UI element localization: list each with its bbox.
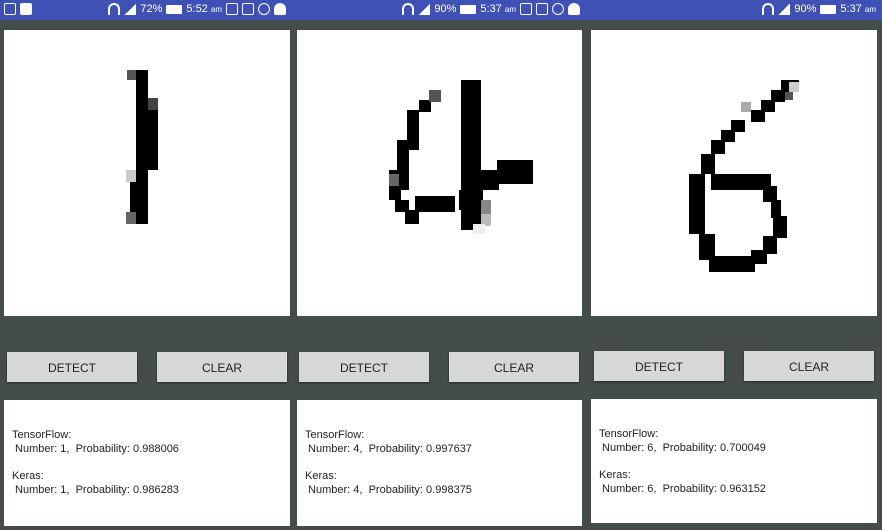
- gallery-icon: [226, 3, 238, 15]
- clear-button[interactable]: CLEAR: [744, 351, 874, 381]
- keras-result: Number: 6, Probability: 0.963152: [599, 483, 766, 495]
- tensorflow-label: TensorFlow:: [305, 429, 365, 441]
- phone-panel-2: 90% 5:37 am DETECT CLEAR TensorFlow: Num…: [292, 0, 586, 530]
- clock: 5:52: [186, 3, 208, 15]
- battery-percent: 72%: [140, 3, 163, 15]
- gallery-icon: [520, 3, 532, 15]
- keras-label: Keras:: [12, 470, 44, 482]
- code-icon: [242, 3, 254, 15]
- detect-button[interactable]: DETECT: [299, 352, 429, 382]
- signal-icon: [778, 3, 791, 15]
- result-box: TensorFlow: Number: 1, Probability: 0.98…: [4, 400, 290, 526]
- clock: 5:37: [840, 3, 862, 15]
- youtube-icon: [20, 3, 32, 15]
- clear-button[interactable]: CLEAR: [449, 352, 579, 382]
- keras-label: Keras:: [599, 469, 631, 481]
- status-bar: 72% 5:52 am: [0, 0, 292, 20]
- signal-icon: [418, 3, 431, 15]
- usb-icon: [258, 3, 270, 15]
- status-bar: 90% 5:37 am: [292, 0, 586, 20]
- drawing-canvas[interactable]: [591, 30, 877, 316]
- clock-ampm: am: [864, 5, 876, 14]
- tensorflow-label: TensorFlow:: [12, 429, 72, 441]
- battery-percent: 90%: [434, 3, 457, 15]
- phone-panel-1: 72% 5:52 am DETECT CLEAR TensorFlow: Num…: [0, 0, 292, 530]
- detect-button[interactable]: DETECT: [7, 352, 137, 382]
- keras-result: Number: 1, Probability: 0.986283: [12, 484, 179, 496]
- tensorflow-result: Number: 4, Probability: 0.997637: [305, 443, 472, 455]
- clear-button[interactable]: CLEAR: [157, 352, 287, 382]
- usb-icon: [552, 3, 564, 15]
- tensorflow-label: TensorFlow:: [599, 428, 659, 440]
- status-bar: 90% 5:37 am: [586, 0, 882, 20]
- code-icon: [536, 3, 548, 15]
- keras-result: Number: 4, Probability: 0.998375: [305, 484, 472, 496]
- result-box: TensorFlow: Number: 6, Probability: 0.70…: [591, 399, 877, 523]
- battery-icon: [460, 4, 477, 14]
- tensorflow-result: Number: 6, Probability: 0.700049: [599, 442, 766, 454]
- tensorflow-result: Number: 1, Probability: 0.988006: [12, 443, 179, 455]
- battery-percent: 90%: [794, 3, 817, 15]
- android-icon: [274, 3, 286, 15]
- app-notification-icon: [4, 3, 16, 15]
- wifi-icon: [762, 3, 775, 15]
- drawing-canvas[interactable]: [297, 30, 582, 316]
- clock-ampm: am: [210, 5, 222, 14]
- wifi-icon: [108, 3, 121, 15]
- keras-label: Keras:: [305, 470, 337, 482]
- battery-icon: [820, 4, 837, 14]
- android-icon: [568, 3, 580, 15]
- phone-panel-3: 90% 5:37 am DETECT CLEAR TensorFlow: Num…: [586, 0, 882, 530]
- battery-icon: [166, 4, 183, 14]
- clock-ampm: am: [504, 5, 516, 14]
- drawing-canvas[interactable]: [4, 30, 290, 316]
- result-box: TensorFlow: Number: 4, Probability: 0.99…: [297, 400, 582, 526]
- detect-button[interactable]: DETECT: [594, 351, 724, 381]
- wifi-icon: [402, 3, 415, 15]
- clock: 5:37: [480, 3, 502, 15]
- signal-icon: [124, 3, 137, 15]
